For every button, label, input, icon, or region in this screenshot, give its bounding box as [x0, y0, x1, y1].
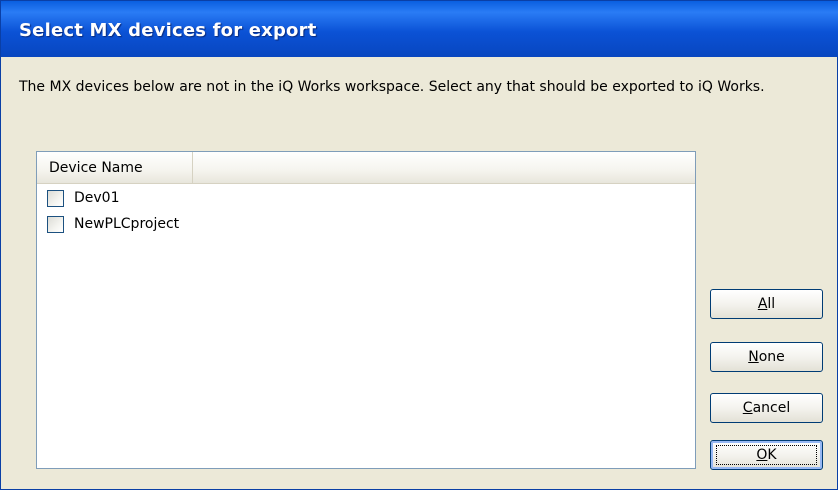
list-item-newplcproject[interactable]: NewPLCproject [47, 214, 667, 236]
list-header: Device Name [37, 152, 695, 184]
accelerator-key: N [748, 349, 759, 365]
device-checkbox-newplcproject[interactable] [47, 216, 64, 233]
button-label-rest: one [758, 349, 785, 365]
device-name-label: NewPLCproject [74, 216, 180, 232]
column-header-label: Device Name [49, 160, 143, 176]
column-header-device-name[interactable]: Device Name [37, 152, 193, 183]
accelerator-key: O [756, 447, 768, 463]
select-none-button-label: None [711, 349, 822, 365]
select-all-button-label: All [711, 296, 822, 312]
ok-button-label: OK [711, 447, 822, 463]
device-name-label: Dev01 [74, 190, 120, 206]
export-dialog: Select MX devices for export The MX devi… [0, 0, 838, 490]
button-label-rest: ll [767, 296, 776, 312]
accelerator-key: C [742, 400, 753, 416]
title-bar[interactable]: Select MX devices for export [1, 1, 838, 57]
device-list[interactable]: Device Name Dev01 NewPLCproject [36, 151, 696, 469]
dialog-title: Select MX devices for export [19, 20, 317, 41]
ok-button[interactable]: OK [710, 440, 823, 470]
cancel-button-label: Cancel [711, 400, 822, 416]
list-item-dev01[interactable]: Dev01 [47, 188, 667, 210]
accelerator-key: A [757, 296, 768, 312]
button-label-rest: K [767, 447, 777, 463]
select-none-button[interactable]: None [710, 342, 823, 372]
button-label-rest: ancel [752, 400, 791, 416]
device-checkbox-dev01[interactable] [47, 190, 64, 207]
dialog-description: The MX devices below are not in the iQ W… [19, 79, 765, 95]
cancel-button[interactable]: Cancel [710, 393, 823, 423]
select-all-button[interactable]: All [710, 289, 823, 319]
